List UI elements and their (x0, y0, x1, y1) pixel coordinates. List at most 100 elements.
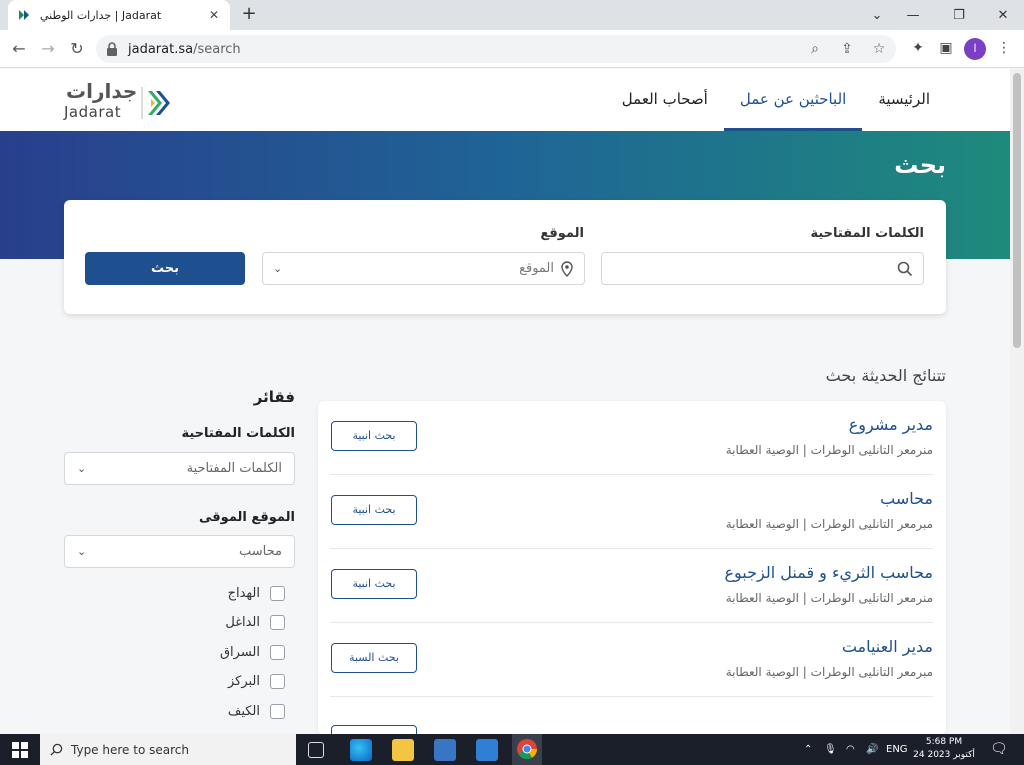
zoom-icon[interactable]: ⌕ (806, 40, 824, 58)
job-item[interactable]: محاسب الثريء و قمنل الزجبوع منرمعر التان… (330, 549, 933, 623)
bookmark-star-icon[interactable]: ☆ (870, 40, 888, 58)
wifi-icon[interactable]: ◠ (846, 734, 855, 765)
page-title: بحث (894, 151, 946, 179)
search-button[interactable]: بحث (85, 252, 245, 285)
back-icon[interactable]: ← (8, 38, 30, 60)
job-title[interactable]: محاسب الثريء و قمنل الزجبوع (724, 563, 933, 582)
checkbox[interactable] (270, 614, 285, 630)
file-explorer-icon[interactable] (392, 739, 414, 761)
results-list: مدير مشروع منرمعر التانليى الوطرات | الو… (318, 401, 946, 735)
side-panel-icon[interactable]: ▣ (936, 38, 956, 58)
location-pin-icon (561, 260, 573, 277)
notifications-icon[interactable]: 🗨 (990, 734, 1008, 765)
chrome-taskbar-item[interactable] (512, 734, 542, 765)
location-select[interactable]: الموقع ⌄ (262, 252, 585, 285)
nav-employers[interactable]: أصحاب العمل (606, 69, 724, 131)
windows-start-icon[interactable] (0, 734, 40, 765)
url-path: /search (193, 41, 241, 57)
volume-icon[interactable]: 🔊 (866, 734, 878, 765)
main-nav: الرئيسية الباحثين عن عمل أصحاب العمل (606, 69, 946, 131)
language-indicator[interactable]: ENG (886, 734, 908, 765)
nav-job-seekers[interactable]: الباحثين عن عمل (723, 69, 863, 131)
job-subtitle: منرمعر التانليى الوطرات | الوصية العطابة (725, 591, 933, 605)
close-window-icon[interactable]: ✕ (980, 0, 1024, 30)
job-action-button[interactable]: بحث انبية (331, 569, 417, 599)
microphone-icon[interactable]: 🎙 (824, 734, 837, 765)
logo-english-text: Jadarat (64, 103, 122, 121)
taskbar-search-box[interactable]: Type here to search (40, 734, 296, 765)
job-subtitle: مبرمعر التانليى الوطرات | الوصية العطابة (725, 517, 933, 531)
windows-taskbar: Type here to search ⌃ 🎙 ◠ 🔊 ENG 5:68 PM … (0, 734, 1024, 765)
clock-time: 5:68 PM (925, 737, 963, 747)
checkbox[interactable] (270, 644, 285, 660)
logo-arabic-text: جدارات (66, 79, 138, 103)
profile-avatar[interactable]: ا (964, 38, 986, 60)
filter-keywords-value: الكلمات المفتاحية (186, 461, 282, 476)
chevron-down-icon: ⌄ (77, 545, 87, 558)
job-action-button[interactable]: بحث انبية (331, 421, 417, 451)
menu-kebab-icon[interactable]: ⋮ (994, 38, 1014, 58)
filter-checkbox-row[interactable]: الكيف (228, 701, 285, 721)
job-item[interactable]: مدير مشروع منرمعر التانليى الوطرات | الو… (330, 401, 933, 475)
reload-icon[interactable]: ↻ (66, 38, 88, 60)
share-icon[interactable]: ⇪ (838, 40, 856, 58)
job-title[interactable]: محاسب (880, 489, 933, 508)
job-item[interactable]: محاسب مبرمعر التانليى الوطرات | الوصية ا… (330, 475, 933, 549)
results-heading: تتنائج الحديثة بحث (825, 366, 946, 385)
job-action-button[interactable]: بحث السبة (331, 643, 417, 673)
job-item[interactable] (330, 697, 933, 735)
logo-arrows-icon (141, 87, 170, 119)
forward-icon[interactable]: → (37, 38, 59, 60)
browser-toolbar: ← → ↻ jadarat.sa/search ⌕ ⇪ ☆ ✦ ▣ ا ⋮ (0, 30, 1024, 68)
checkbox-label: السراق (219, 644, 260, 660)
page-scrollbar[interactable] (1010, 69, 1024, 734)
filter-checkbox-row[interactable]: السراق (220, 642, 285, 662)
search-icon (50, 743, 63, 756)
edge-icon[interactable] (350, 739, 372, 761)
nav-home[interactable]: الرئيسية (862, 69, 946, 131)
new-tab-icon[interactable]: + (238, 4, 260, 26)
filter-keywords-label: الكلمات المفتاحية (181, 426, 295, 441)
filter-location-select[interactable]: محاسب ⌄ (64, 535, 295, 568)
mail-icon[interactable] (476, 739, 498, 761)
job-subtitle: مبرمعر التانليى الوطرات | الوصية العطابة (725, 665, 933, 679)
browser-tab[interactable]: جدارات الوطني | Jadarat ✕ (8, 0, 230, 30)
job-title[interactable]: مدير العنيامت (842, 637, 933, 656)
clock-date: 24 أكتوبر 2023 (913, 750, 975, 760)
minimize-icon[interactable]: — (890, 0, 936, 30)
extensions-icon[interactable]: ✦ (908, 38, 928, 58)
checkbox-label: الهداج (227, 585, 260, 601)
job-item[interactable]: مدير العنيامت مبرمعر التانليى الوطرات | … (330, 623, 933, 697)
close-tab-icon[interactable]: ✕ (206, 8, 222, 22)
site-header: جدارات Jadarat الرئيسية الباحثين عن عمل … (0, 69, 1024, 131)
task-view-icon[interactable] (308, 742, 324, 758)
checkbox[interactable] (270, 703, 285, 719)
chevron-down-icon: ⌄ (273, 262, 283, 275)
filter-keywords-select[interactable]: الكلمات المفتاحية ⌄ (64, 452, 295, 485)
job-action-button[interactable]: بحث انبية (331, 495, 417, 525)
scrollbar-thumb[interactable] (1013, 73, 1021, 348)
checkbox-label: البركز (227, 673, 260, 689)
job-title[interactable]: مدير مشروع (849, 415, 933, 434)
filter-checkbox-row[interactable]: الهداج (228, 583, 285, 603)
keywords-input[interactable] (601, 252, 924, 285)
url-host: jadarat.sa (128, 41, 194, 57)
tray-chevron-icon[interactable]: ⌃ (804, 734, 812, 765)
checkbox[interactable] (270, 585, 285, 601)
taskbar-search-placeholder: Type here to search (71, 742, 189, 757)
location-placeholder: الموقع (519, 261, 554, 276)
chevron-down-icon: ⌄ (77, 462, 87, 475)
search-icon (897, 261, 913, 276)
lock-icon (107, 42, 117, 56)
jadarat-logo[interactable]: جدارات Jadarat (62, 79, 182, 123)
restore-icon[interactable]: ❐ (936, 0, 982, 30)
jadarat-favicon-icon (19, 10, 29, 20)
address-bar[interactable]: jadarat.sa/search ⌕ ⇪ ☆ (96, 35, 896, 63)
location-label: الموقع (540, 226, 584, 241)
chrome-icon (517, 739, 538, 760)
taskbar-clock[interactable]: 5:68 PM 24 أكتوبر 2023 (912, 736, 976, 762)
filter-checkbox-row[interactable]: الداغل (225, 612, 285, 632)
store-icon[interactable] (434, 739, 456, 761)
checkbox[interactable] (270, 673, 285, 689)
filter-checkbox-row[interactable]: البركز (228, 671, 285, 691)
